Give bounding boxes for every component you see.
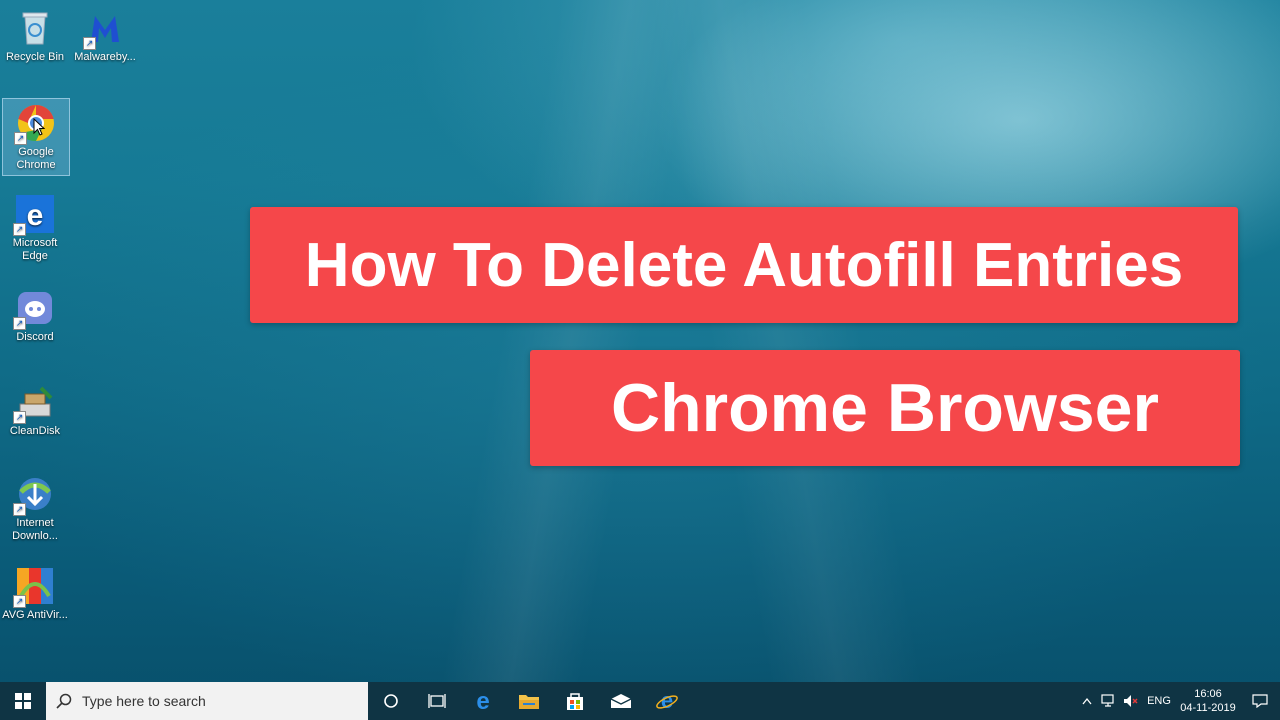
desktop-icon-label: CleanDisk (9, 425, 61, 437)
desktop-icon-recycle-bin[interactable]: Recycle Bin (2, 4, 68, 64)
desktop-icon-microsoft-edge[interactable]: e ↗ Microsoft Edge (2, 190, 68, 263)
input-language-indicator[interactable]: ENG (1142, 695, 1176, 707)
chevron-up-icon (1082, 697, 1092, 705)
store-icon (567, 693, 583, 710)
desktop-icon-avg-antivirus[interactable]: ↗ AVG AntiVir... (2, 562, 68, 622)
task-view-button[interactable] (414, 682, 460, 720)
network-button[interactable] (1098, 682, 1120, 720)
network-icon (1101, 694, 1114, 707)
desktop-icon-label: Google Chrome (16, 146, 56, 171)
taskbar-clock[interactable]: 16:06 04-11-2019 (1176, 687, 1240, 715)
desktop-icon-label: Discord (16, 331, 54, 343)
avg-icon: ↗ (13, 566, 55, 608)
taskbar-search-box[interactable]: Type here to search (46, 682, 368, 720)
taskbar-mail-button[interactable] (598, 682, 644, 720)
title-line2: Chrome Browser (611, 370, 1159, 446)
desktop-icon-internet-download-manager[interactable]: ↗ Internet Downlo... (2, 470, 68, 543)
shortcut-arrow-icon: ↗ (13, 223, 26, 236)
mail-icon (610, 694, 632, 708)
taskbar-edge-button[interactable]: e (460, 682, 506, 720)
desktop-icon-label: Malwareby... (74, 51, 136, 63)
volume-button[interactable] (1120, 682, 1142, 720)
discord-icon: ↗ (13, 288, 55, 330)
svg-text:e: e (661, 690, 673, 712)
idm-icon: ↗ (13, 474, 55, 516)
shortcut-arrow-icon: ↗ (13, 595, 26, 608)
file-explorer-icon (519, 695, 539, 709)
desktop-icon-discord[interactable]: ↗ Discord (2, 284, 68, 344)
shortcut-arrow-icon: ↗ (13, 317, 26, 330)
cortana-icon (384, 694, 398, 708)
mouse-cursor-icon (33, 118, 45, 136)
cortana-button[interactable] (368, 682, 414, 720)
edge-icon: e ↗ (13, 194, 55, 236)
notification-icon (1252, 694, 1268, 708)
desktop-icon-cleandisk[interactable]: ↗ CleanDisk (2, 378, 68, 438)
shortcut-arrow-icon: ↗ (13, 503, 26, 516)
action-center-button[interactable] (1240, 682, 1280, 720)
windows-logo-icon (15, 693, 31, 709)
shortcut-arrow-icon: ↗ (13, 411, 26, 424)
title-banner-line1: How To Delete Autofill Entries (250, 207, 1238, 323)
taskbar-file-explorer-button[interactable] (506, 682, 552, 720)
desktop-icon-label: AVG AntiVir... (2, 609, 68, 621)
search-placeholder: Type here to search (82, 693, 206, 709)
clock-date: 04-11-2019 (1180, 702, 1236, 714)
cleandisk-icon: ↗ (13, 382, 55, 424)
malwarebytes-icon: ↗ (83, 8, 125, 50)
system-tray: ENG 16:06 04-11-2019 (1076, 682, 1280, 720)
start-button[interactable] (0, 682, 46, 720)
shortcut-arrow-icon: ↗ (14, 132, 27, 145)
edge-icon: e (476, 690, 489, 712)
wallpaper-light-rays (0, 0, 1280, 690)
recycle-bin-icon (15, 8, 55, 48)
show-hidden-icons-button[interactable] (1076, 682, 1098, 720)
taskbar-store-button[interactable] (552, 682, 598, 720)
title-line1: How To Delete Autofill Entries (304, 230, 1184, 300)
desktop-icon-malwarebytes[interactable]: ↗ Malwareby... (72, 4, 138, 64)
search-icon (46, 693, 82, 709)
internet-explorer-icon: e (656, 690, 678, 712)
desktop-icon-google-chrome[interactable]: ↗ Google Chrome (2, 98, 70, 176)
taskbar: Type here to search e e ENG 16:06 04-11-… (0, 682, 1280, 720)
shortcut-arrow-icon: ↗ (83, 37, 96, 50)
volume-muted-icon (1124, 695, 1138, 707)
svg-text:e: e (476, 690, 489, 712)
svg-text:e: e (27, 199, 44, 232)
desktop-icon-label: Recycle Bin (5, 51, 65, 63)
desktop-icon-label: Internet Downlo... (12, 517, 58, 542)
title-banner-line2: Chrome Browser (530, 350, 1240, 466)
taskbar-internet-explorer-button[interactable]: e (644, 682, 690, 720)
clock-time: 16:06 (1194, 688, 1222, 700)
desktop-icon-label: Microsoft Edge (12, 237, 58, 262)
task-view-icon (428, 694, 446, 708)
